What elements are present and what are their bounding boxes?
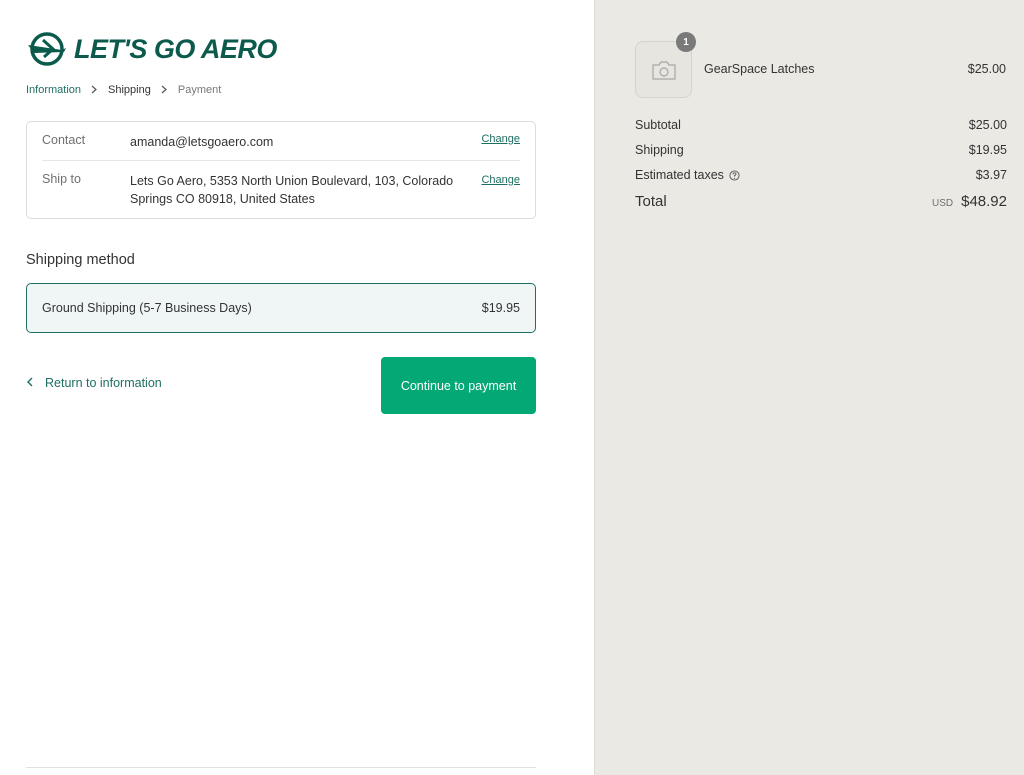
currency-code: USD	[931, 198, 954, 209]
shipping-method-heading: Shipping method	[26, 252, 135, 268]
shipping-option-name: Ground Shipping (5-7 Business Days)	[42, 301, 252, 315]
shipping-row: Shipping $19.95	[635, 143, 1007, 157]
return-to-information-link[interactable]: Return to information	[26, 376, 162, 390]
breadcrumb-information[interactable]: Information	[26, 84, 81, 96]
breadcrumb-shipping: Shipping	[108, 84, 151, 96]
subtotal-value: $25.00	[968, 118, 1007, 132]
total-row: Total USD $48.92	[635, 193, 1007, 210]
contact-label: Contact	[42, 133, 86, 147]
checkout-main: LET'S GO AERO Information Shipping Payme…	[0, 0, 594, 775]
subtotal-label: Subtotal	[635, 118, 681, 132]
continue-to-payment-button[interactable]: Continue to payment	[381, 357, 536, 414]
chevron-right-icon	[91, 83, 98, 97]
shipping-option-price: $19.95	[481, 301, 520, 315]
order-summary: 1 GearSpace Latches $25.00 Subtotal $25.…	[594, 0, 1024, 775]
total-label: Total	[635, 193, 667, 210]
taxes-row: Estimated taxes $3.97	[635, 168, 1007, 182]
product-name: GearSpace Latches	[704, 62, 815, 76]
brand-logo[interactable]: LET'S GO AERO	[26, 30, 277, 68]
change-contact-link[interactable]: Change	[481, 133, 520, 145]
ship-to-label: Ship to	[42, 172, 81, 186]
footer-divider	[26, 767, 536, 768]
review-block: Contact amanda@letsgoaero.com Change Shi…	[26, 121, 536, 219]
shipping-value: $19.95	[968, 143, 1007, 157]
shipping-label: Shipping	[635, 143, 684, 157]
breadcrumb: Information Shipping Payment	[26, 83, 221, 97]
contact-value: amanda@letsgoaero.com	[130, 135, 274, 149]
taxes-value: $3.97	[975, 168, 1007, 182]
ship-to-value: Lets Go Aero, 5353 North Union Boulevard…	[130, 174, 454, 206]
product-price: $25.00	[967, 62, 1006, 76]
plane-swoosh-icon	[28, 32, 66, 66]
help-icon[interactable]	[729, 169, 740, 181]
quantity-badge: 1	[676, 32, 696, 52]
camera-icon	[651, 60, 676, 80]
change-address-link[interactable]: Change	[481, 174, 520, 186]
chevron-left-icon	[26, 376, 33, 390]
subtotal-row: Subtotal $25.00	[635, 118, 1007, 132]
brand-name: LET'S GO AERO	[74, 33, 277, 64]
shipping-option[interactable]: Ground Shipping (5-7 Business Days) $19.…	[26, 283, 536, 333]
total-value: $48.92	[961, 193, 1007, 210]
taxes-label: Estimated taxes	[635, 168, 724, 182]
chevron-right-icon	[161, 83, 168, 97]
return-label: Return to information	[45, 376, 162, 390]
breadcrumb-payment: Payment	[177, 84, 222, 96]
contact-row: Contact amanda@letsgoaero.com Change	[42, 133, 520, 161]
total-amount: USD $48.92	[932, 193, 1007, 210]
